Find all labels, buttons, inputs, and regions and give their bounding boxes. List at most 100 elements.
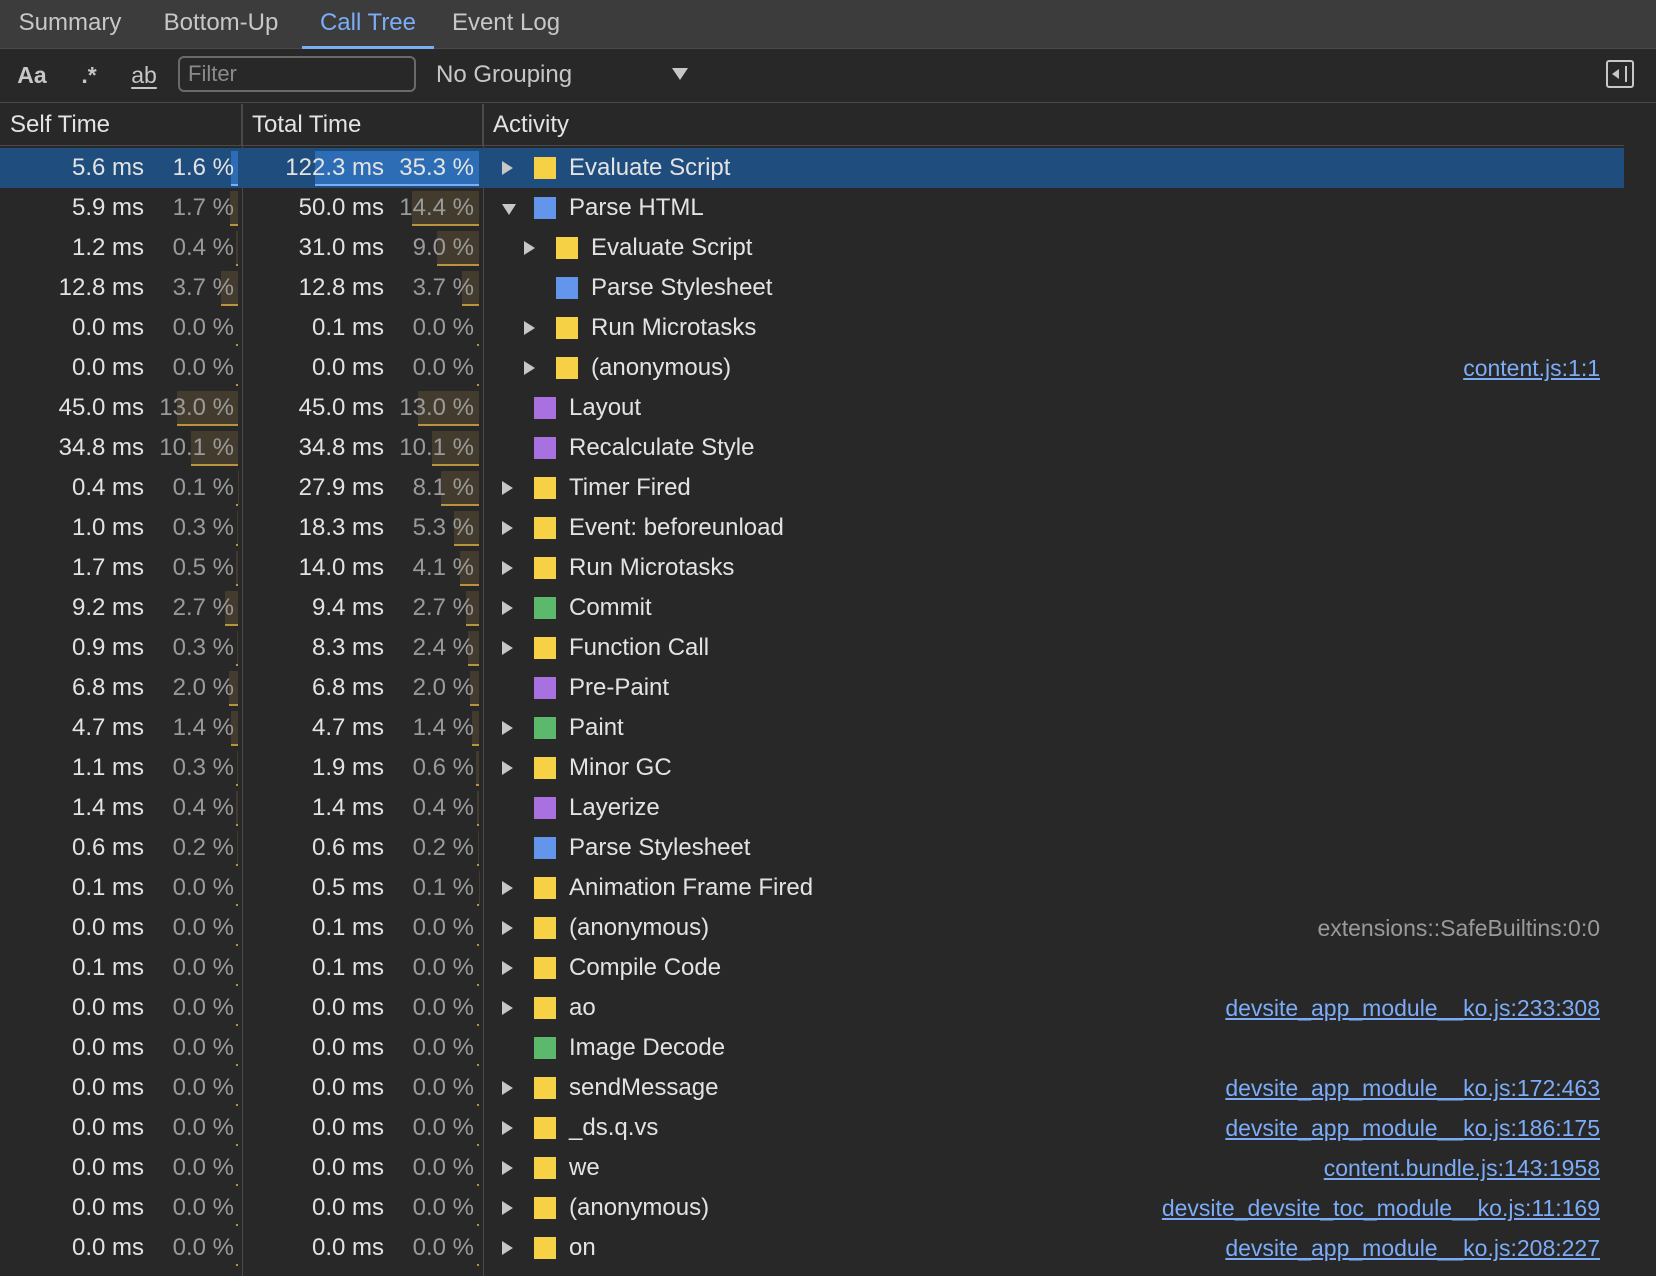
call-tree-row[interactable]: 1.1 ms 0.3 % 1.9 ms 0.6 % Minor GC — [0, 748, 1624, 788]
call-tree-row[interactable]: 5.9 ms 1.7 % 50.0 ms 14.4 % Parse HTML — [0, 188, 1624, 228]
triangle-right-icon[interactable] — [502, 721, 513, 735]
triangle-right-icon[interactable] — [502, 1161, 513, 1175]
self-time-value: 0.1 ms — [71, 874, 144, 901]
triangle-right-icon[interactable] — [502, 1201, 513, 1215]
triangle-right-icon[interactable] — [502, 1241, 513, 1255]
category-color-swatch — [534, 1157, 556, 1179]
call-tree-row[interactable]: 34.8 ms 10.1 % 34.8 ms 10.1 % Recalculate St… — [0, 428, 1624, 468]
call-tree-row[interactable]: 0.0 ms 0.0 % 0.0 ms 0.0 % ao devsite_app_modu… — [0, 988, 1624, 1028]
self-time-percent: 3.7 % — [172, 274, 234, 301]
call-tree-row[interactable]: 45.0 ms 13.0 % 45.0 ms 13.0 % Layout — [0, 388, 1624, 428]
call-tree-row[interactable]: 1.4 ms 0.4 % 1.4 ms 0.4 % Layerize — [0, 788, 1624, 828]
total-time-value: 14.0 ms — [298, 554, 384, 581]
call-tree-row[interactable]: 0.0 ms 0.0 % 0.1 ms 0.0 % (anonymous) extensi… — [0, 908, 1624, 948]
self-time-bar-line — [236, 1104, 238, 1106]
call-tree-row[interactable]: 0.0 ms 0.0 % 0.0 ms 0.0 % sendMessage devsite… — [0, 1068, 1624, 1108]
triangle-right-icon[interactable] — [502, 521, 513, 535]
triangle-right-icon[interactable] — [502, 761, 513, 775]
call-tree-row[interactable]: 0.0 ms 0.0 % 0.1 ms 0.0 % Run Microtasks — [0, 308, 1624, 348]
self-time-percent: 0.3 % — [172, 754, 234, 781]
triangle-right-icon[interactable] — [524, 241, 535, 255]
call-tree-row[interactable]: 9.2 ms 2.7 % 9.4 ms 2.7 % Commit — [0, 588, 1624, 628]
total-time-percent: 9.0 % — [412, 234, 474, 261]
call-tree-row[interactable]: 4.7 ms 1.4 % 4.7 ms 1.4 % Paint — [0, 708, 1624, 748]
call-tree-row[interactable]: 0.4 ms 0.1 % 27.9 ms 8.1 % Timer Fired — [0, 468, 1624, 508]
triangle-right-icon[interactable] — [502, 641, 513, 655]
source-link[interactable]: content.bundle.js:143:1958 — [1324, 1148, 1600, 1188]
call-tree-row[interactable]: 0.0 ms 0.0 % 0.0 ms 0.0 % on devsite_app_modu… — [0, 1228, 1624, 1268]
self-time-bar-line — [236, 904, 238, 906]
triangle-right-icon[interactable] — [502, 1001, 513, 1015]
total-time-value: 122.3 ms — [285, 154, 384, 181]
call-tree-row[interactable]: 0.9 ms 0.3 % 8.3 ms 2.4 % Function Call — [0, 628, 1624, 668]
triangle-right-icon[interactable] — [502, 961, 513, 975]
sidebar-toggle-icon[interactable] — [1606, 60, 1634, 88]
call-tree-row[interactable]: 0.0 ms 0.0 % 0.0 ms 0.0 % (anonymous) content… — [0, 348, 1624, 388]
category-color-swatch — [534, 677, 556, 699]
filter-input[interactable] — [178, 56, 416, 92]
triangle-right-icon[interactable] — [502, 481, 513, 495]
call-tree-row[interactable]: 0.0 ms 0.0 % 0.0 ms 0.0 % Image Decode — [0, 1028, 1624, 1068]
tab-call-tree[interactable]: Call Tree — [302, 0, 434, 49]
self-time-percent: 0.0 % — [172, 1194, 234, 1221]
column-activity[interactable]: Activity — [483, 104, 1624, 146]
call-tree-row[interactable]: 0.6 ms 0.2 % 0.6 ms 0.2 % Parse Stylesheet — [0, 828, 1624, 868]
call-tree-row[interactable]: 0.0 ms 0.0 % 0.0 ms 0.0 % we content.bundle.j… — [0, 1148, 1624, 1188]
source-link[interactable]: content.js:1:1 — [1463, 348, 1600, 388]
triangle-right-icon[interactable] — [502, 921, 513, 935]
source-link[interactable]: devsite_app_module__ko.js:208:227 — [1225, 1228, 1600, 1268]
call-tree-row[interactable]: 5.6 ms 1.6 % 122.3 ms 35.3 % Evaluate Script — [0, 148, 1624, 188]
source-link[interactable]: devsite_app_module__ko.js:186:175 — [1225, 1108, 1600, 1148]
total-time-value: 0.1 ms — [311, 954, 384, 981]
call-tree-row[interactable]: 0.0 ms 0.0 % 0.0 ms 0.0 % (anonymous) devsite… — [0, 1188, 1624, 1228]
tab-bottom-up[interactable]: Bottom-Up — [148, 0, 294, 49]
vertical-scrollbar[interactable] — [1624, 104, 1656, 1276]
triangle-right-icon[interactable] — [502, 1081, 513, 1095]
column-total-time[interactable]: Total Time — [242, 104, 483, 146]
tab-summary[interactable]: Summary — [0, 0, 140, 49]
tab-event-log[interactable]: Event Log — [442, 0, 570, 49]
category-color-swatch — [534, 477, 556, 499]
triangle-right-icon[interactable] — [502, 881, 513, 895]
call-tree-row[interactable]: 1.7 ms 0.5 % 14.0 ms 4.1 % Run Microtasks — [0, 548, 1624, 588]
call-tree-row[interactable]: 0.1 ms 0.0 % 0.5 ms 0.1 % Animation Frame Fi… — [0, 868, 1624, 908]
column-self-time[interactable]: Self Time — [0, 104, 242, 146]
source-link[interactable]: devsite_app_module__ko.js:172:463 — [1225, 1068, 1600, 1108]
match-case-button[interactable]: Aa — [14, 57, 50, 93]
triangle-right-icon[interactable] — [502, 1121, 513, 1135]
self-time-percent: 1.6 % — [172, 154, 234, 181]
activity-name: ao — [569, 994, 596, 1021]
activity-name: Timer Fired — [569, 474, 691, 501]
triangle-down-icon[interactable] — [502, 204, 516, 215]
category-color-swatch — [534, 1237, 556, 1259]
source-link[interactable]: devsite_app_module__ko.js:233:308 — [1225, 988, 1600, 1028]
activity-name: _ds.q.vs — [569, 1114, 659, 1141]
category-color-swatch — [534, 717, 556, 739]
call-tree-row[interactable]: 1.0 ms 0.3 % 18.3 ms 5.3 % Event: beforeunlo… — [0, 508, 1624, 548]
triangle-right-icon[interactable] — [524, 321, 535, 335]
activity-name: Animation Frame Fired — [569, 874, 814, 901]
triangle-right-icon[interactable] — [502, 561, 513, 575]
total-time-percent: 13.0 % — [399, 394, 474, 421]
regex-button[interactable]: .* — [74, 57, 104, 93]
self-time-bar-line — [236, 864, 238, 866]
triangle-right-icon[interactable] — [502, 161, 513, 175]
self-time-bar-line — [236, 824, 238, 826]
grouping-select[interactable]: No Grouping — [436, 57, 696, 93]
total-time-percent: 14.4 % — [399, 194, 474, 221]
triangle-right-icon[interactable] — [524, 361, 535, 375]
total-time-value: 1.9 ms — [311, 754, 384, 781]
call-tree-row[interactable]: 1.2 ms 0.4 % 31.0 ms 9.0 % Evaluate Script — [0, 228, 1624, 268]
whole-word-button[interactable]: ab — [124, 57, 164, 93]
source-link[interactable]: devsite_devsite_toc_module__ko.js:11:169 — [1162, 1188, 1600, 1228]
self-time-percent: 0.0 % — [172, 1034, 234, 1061]
call-tree-row[interactable]: 0.0 ms 0.0 % 0.0 ms 0.0 % _ds.q.vs devsite_ap… — [0, 1108, 1624, 1148]
call-tree-row[interactable]: 0.1 ms 0.0 % 0.1 ms 0.0 % Compile Code — [0, 948, 1624, 988]
self-time-value: 0.1 ms — [71, 954, 144, 981]
self-time-value: 0.0 ms — [71, 914, 144, 941]
call-tree-row[interactable]: 6.8 ms 2.0 % 6.8 ms 2.0 % Pre-Paint — [0, 668, 1624, 708]
activity-name: Pre-Paint — [569, 674, 670, 701]
call-tree-row[interactable]: 12.8 ms 3.7 % 12.8 ms 3.7 % Parse Stylesheet — [0, 268, 1624, 308]
self-time-bar-line — [236, 1024, 238, 1026]
triangle-right-icon[interactable] — [502, 601, 513, 615]
